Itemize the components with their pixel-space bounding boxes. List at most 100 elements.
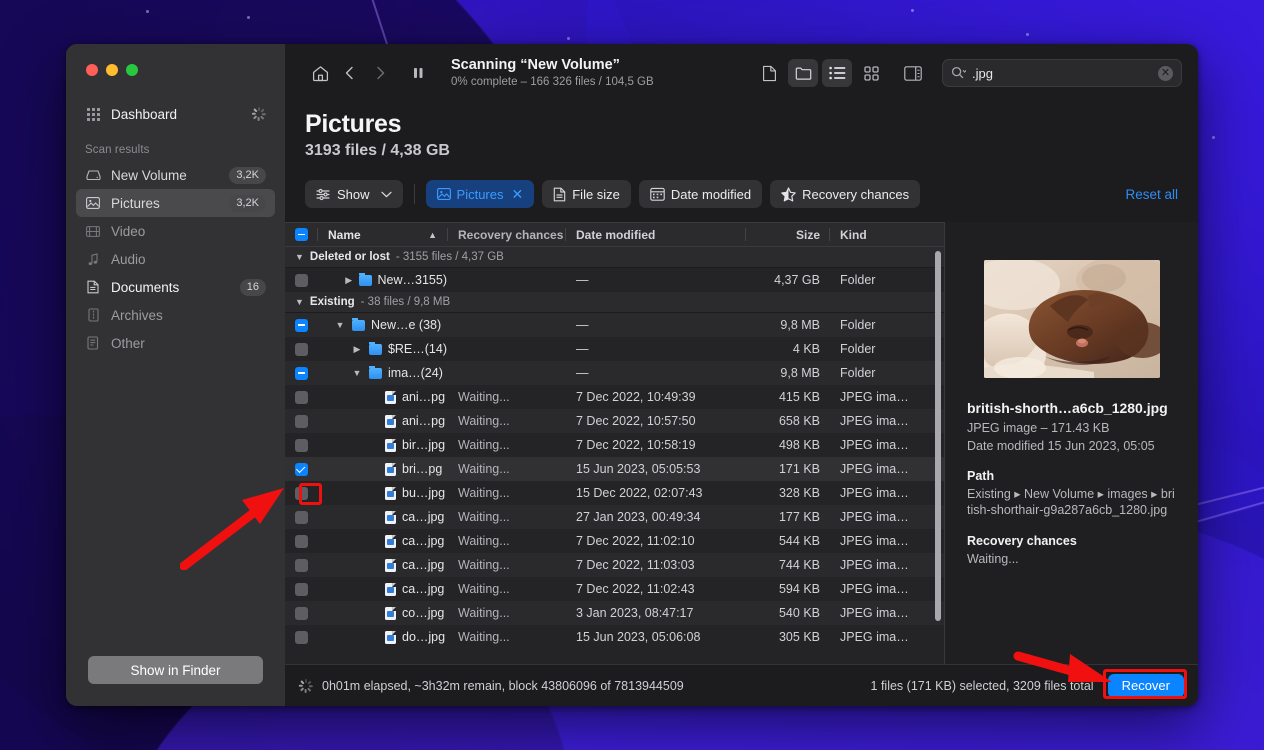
- sidebar-item-pictures[interactable]: Pictures 3,2K: [76, 189, 275, 217]
- forward-button[interactable]: [365, 59, 395, 87]
- back-button[interactable]: [335, 59, 365, 87]
- window-controls[interactable]: [66, 44, 285, 76]
- sidebar-item-audio[interactable]: Audio: [76, 245, 275, 273]
- row-checkbox[interactable]: [294, 486, 308, 500]
- row-checkbox[interactable]: [294, 558, 308, 572]
- clear-icon[interactable]: ✕: [1158, 65, 1173, 81]
- row-checkbox-cell[interactable]: [285, 438, 317, 452]
- row-checkbox-cell[interactable]: [285, 342, 317, 356]
- column-header-kind[interactable]: Kind: [829, 223, 944, 246]
- zoom-window-button[interactable]: [126, 64, 138, 76]
- grid-view-icon[interactable]: [856, 59, 886, 87]
- disclosure-triangle-icon[interactable]: ▶: [351, 344, 363, 355]
- table-row[interactable]: ▼ ima…(24) — 9,8 MB Folder: [285, 361, 944, 385]
- table-row[interactable]: ▶ $RE…(14) — 4 KB Folder: [285, 337, 944, 361]
- recover-button[interactable]: Recover: [1107, 673, 1184, 698]
- row-checkbox[interactable]: [294, 582, 308, 596]
- file-view-icon[interactable]: [754, 59, 784, 87]
- row-checkbox[interactable]: [294, 390, 308, 404]
- row-checkbox[interactable]: [294, 318, 308, 332]
- table-row[interactable]: ca…jpg Waiting... 7 Dec 2022, 11:03:03 744 …: [285, 553, 944, 577]
- table-row[interactable]: ani…pg Waiting... 7 Dec 2022, 10:49:39 415 …: [285, 385, 944, 409]
- home-icon[interactable]: [305, 59, 335, 87]
- column-header-size[interactable]: Size: [745, 223, 829, 246]
- filter-chip-pictures[interactable]: Pictures ✕: [425, 180, 535, 208]
- filter-chip-recovery-chances[interactable]: Recovery chances: [770, 180, 921, 208]
- row-checkbox-cell[interactable]: [285, 534, 317, 548]
- row-checkbox[interactable]: [294, 273, 308, 287]
- sidebar-toggle-icon[interactable]: [898, 59, 928, 87]
- row-checkbox-cell[interactable]: [285, 390, 317, 404]
- sidebar-item-new-volume[interactable]: New Volume 3,2K: [76, 161, 275, 189]
- row-checkbox[interactable]: [294, 606, 308, 620]
- table-row[interactable]: ca…jpg Waiting... 7 Dec 2022, 11:02:10 544 …: [285, 529, 944, 553]
- folder-view-icon[interactable]: [788, 59, 818, 87]
- row-checkbox-cell[interactable]: [285, 486, 317, 500]
- row-checkbox[interactable]: [294, 630, 308, 644]
- row-recovery-chances: Waiting...: [458, 414, 510, 428]
- row-size: 4,37 GB: [774, 273, 820, 287]
- disclosure-triangle-icon[interactable]: ▼: [334, 320, 346, 330]
- close-icon[interactable]: ✕: [512, 186, 524, 203]
- list-view-icon[interactable]: [822, 59, 852, 87]
- row-checkbox[interactable]: [294, 342, 308, 356]
- table-group-header[interactable]: ▼ Deleted or lost - 3155 files / 4,37 GB: [285, 247, 944, 268]
- table-group-header[interactable]: ▼ Existing - 38 files / 9,8 MB: [285, 292, 944, 313]
- row-checkbox-cell[interactable]: [285, 630, 317, 644]
- chevron-down-icon[interactable]: ▼: [295, 252, 304, 262]
- table-row[interactable]: ca…jpg Waiting... 7 Dec 2022, 11:02:43 594 …: [285, 577, 944, 601]
- row-name: bri…pg: [402, 462, 443, 476]
- column-header-name[interactable]: Name ▲: [317, 223, 447, 246]
- row-checkbox[interactable]: [294, 462, 308, 476]
- row-size: 177 KB: [778, 510, 820, 524]
- row-checkbox[interactable]: [294, 534, 308, 548]
- column-header-date-modified[interactable]: Date modified: [565, 223, 745, 246]
- show-filter-button[interactable]: Show: [305, 180, 403, 208]
- row-checkbox[interactable]: [294, 510, 308, 524]
- search-input[interactable]: .jpg ✕: [942, 59, 1182, 87]
- table-row[interactable]: ani…pg Waiting... 7 Dec 2022, 10:57:50 658 …: [285, 409, 944, 433]
- vertical-scrollbar[interactable]: [935, 251, 941, 621]
- column-header-recovery-chances[interactable]: Recovery chances: [447, 223, 565, 246]
- row-checkbox-cell[interactable]: [285, 558, 317, 572]
- row-checkbox-cell[interactable]: [285, 582, 317, 596]
- row-checkbox-cell[interactable]: [285, 462, 317, 476]
- show-in-finder-button[interactable]: Show in Finder: [88, 656, 263, 684]
- sidebar-item-documents[interactable]: Documents 16: [76, 273, 275, 301]
- sidebar-item-archives[interactable]: Archives: [76, 301, 275, 329]
- sidebar-item-other[interactable]: Other: [76, 329, 275, 357]
- disclosure-triangle-icon[interactable]: ▶: [345, 275, 353, 286]
- select-all-checkbox-cell[interactable]: [285, 223, 317, 246]
- table-row[interactable]: co…jpg Waiting... 3 Jan 2023, 08:47:17 540 …: [285, 601, 944, 625]
- table-row[interactable]: bri…pg Waiting... 15 Jun 2023, 05:05:53 171…: [285, 457, 944, 481]
- table-row[interactable]: bu…jpg Waiting... 15 Dec 2022, 02:07:43 328…: [285, 481, 944, 505]
- table-row[interactable]: bir…jpg Waiting... 7 Dec 2022, 10:58:19 498…: [285, 433, 944, 457]
- row-checkbox-cell[interactable]: [285, 366, 317, 380]
- search-value[interactable]: .jpg: [972, 66, 1152, 81]
- disclosure-triangle-icon[interactable]: ▼: [351, 368, 363, 378]
- table-row[interactable]: ▶ New…3155) — 4,37 GB Folder: [285, 268, 944, 292]
- reset-all-link[interactable]: Reset all: [1125, 187, 1178, 202]
- minimize-window-button[interactable]: [106, 64, 118, 76]
- pause-button[interactable]: [403, 59, 433, 87]
- row-checkbox-cell[interactable]: [285, 318, 317, 332]
- sidebar-item-video[interactable]: Video: [76, 217, 275, 245]
- row-checkbox[interactable]: [294, 438, 308, 452]
- table-row[interactable]: do…jpg Waiting... 15 Jun 2023, 05:06:08 305…: [285, 625, 944, 649]
- row-checkbox-cell[interactable]: [285, 510, 317, 524]
- close-window-button[interactable]: [86, 64, 98, 76]
- chevron-down-icon[interactable]: ▼: [295, 297, 304, 307]
- filter-chip-file-size[interactable]: File size: [542, 180, 631, 208]
- table-row[interactable]: ca…jpg Waiting... 27 Jan 2023, 00:49:34 177…: [285, 505, 944, 529]
- row-checkbox[interactable]: [294, 366, 308, 380]
- row-name: ca…jpg: [402, 582, 445, 596]
- row-checkbox[interactable]: [294, 414, 308, 428]
- sidebar-item-dashboard[interactable]: Dashboard: [76, 100, 275, 128]
- select-all-checkbox[interactable]: [294, 228, 308, 241]
- filter-chip-date-modified[interactable]: Date modified: [638, 180, 763, 208]
- row-checkbox-cell[interactable]: [285, 273, 317, 287]
- row-checkbox-cell[interactable]: [285, 606, 317, 620]
- table-row[interactable]: ▼ New…e (38) — 9,8 MB Folder: [285, 313, 944, 337]
- table-header: Name ▲ Recovery chances Date modified Si…: [285, 222, 944, 247]
- row-checkbox-cell[interactable]: [285, 414, 317, 428]
